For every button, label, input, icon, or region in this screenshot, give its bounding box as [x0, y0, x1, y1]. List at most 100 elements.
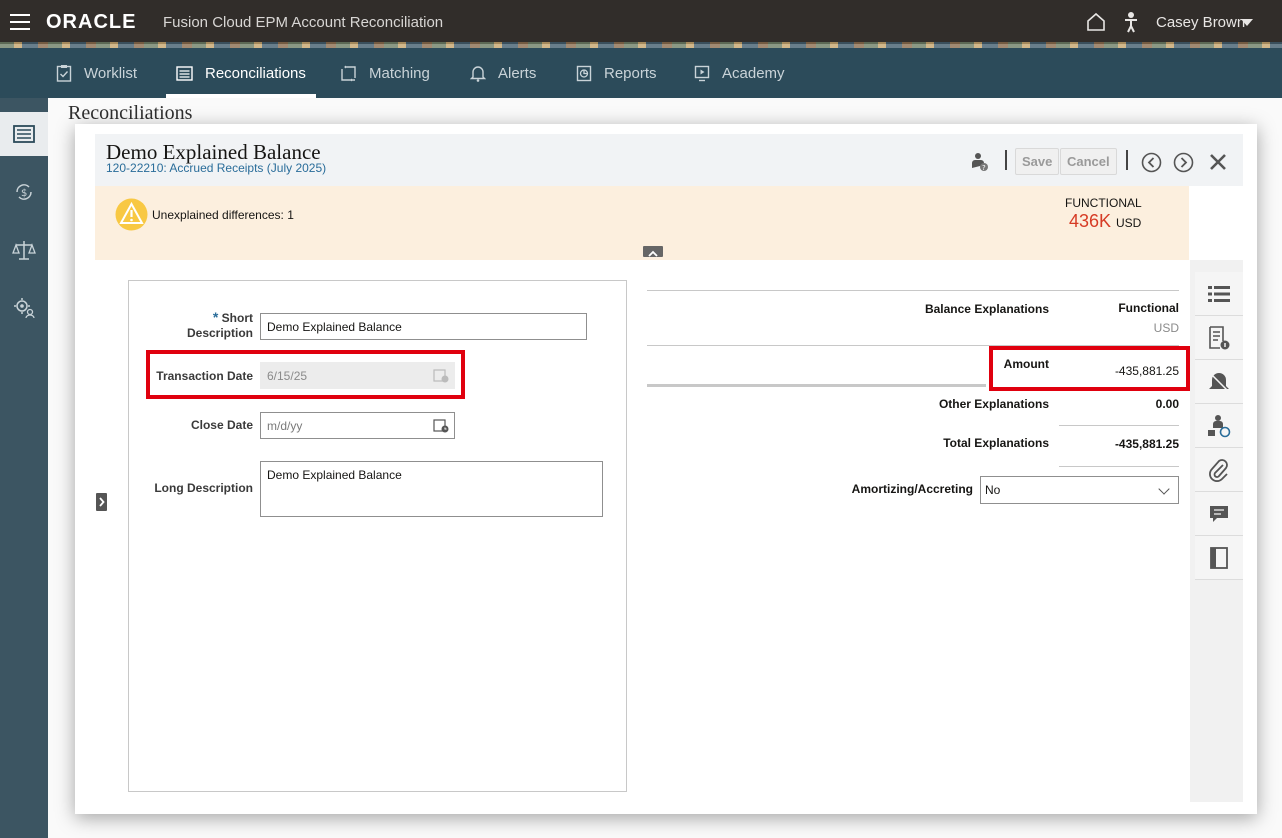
report-icon: [576, 65, 592, 81]
warning-icon: [115, 198, 148, 231]
app-name: Fusion Cloud EPM Account Reconciliation: [163, 14, 444, 31]
amortizing-label: Amortizing/Accreting: [851, 482, 973, 496]
chevron-up-icon: [648, 250, 658, 257]
close-icon[interactable]: [1209, 153, 1227, 171]
matching-icon: [341, 65, 356, 81]
oracle-logo: ORACLE: [46, 11, 137, 33]
currency-refresh-icon: $: [16, 184, 32, 200]
collapse-banner-button[interactable]: [643, 246, 663, 257]
cancel-button[interactable]: Cancel: [1060, 148, 1117, 175]
paperclip-icon: [1209, 458, 1228, 482]
dialog-subtitle: 120-22210: Accrued Receipts (July 2025): [106, 161, 327, 175]
list-table-icon: [13, 125, 35, 143]
user-help-icon[interactable]: ?: [971, 152, 989, 172]
long-description-label: Long Description: [154, 481, 253, 495]
label-text: Short: [221, 311, 253, 325]
functional-header: Functional: [1118, 301, 1179, 315]
calendar-icon[interactable]: [433, 418, 449, 433]
functional-currency-header: USD: [1153, 321, 1179, 335]
side-list-button[interactable]: [1195, 272, 1243, 316]
warning-text: Unexplained differences: 1: [152, 208, 294, 222]
left-rail: $: [0, 98, 48, 838]
tab-label: Reports: [604, 64, 657, 82]
chevron-right-icon: [99, 497, 105, 507]
expand-panel-button[interactable]: [96, 493, 107, 511]
warning-banner: Unexplained differences: 1 FUNCTIONAL 43…: [95, 186, 1189, 260]
close-date-input[interactable]: m/d/yy: [260, 412, 455, 439]
close-date-placeholder: m/d/yy: [267, 419, 303, 433]
list-table-icon: [176, 65, 193, 81]
bell-icon: [470, 65, 486, 82]
side-attachments-button[interactable]: [1195, 448, 1243, 492]
tab-label: Matching: [369, 64, 430, 82]
chevron-down-icon[interactable]: [1241, 19, 1253, 26]
amortizing-select[interactable]: No: [980, 476, 1179, 504]
short-description-label: * Short Description: [165, 310, 253, 341]
required-marker: *: [212, 309, 219, 325]
total-explanations-label: Total Explanations: [943, 436, 1049, 450]
side-toolbar: [1190, 260, 1243, 802]
highlight-transaction-date: [146, 350, 465, 399]
svg-text:$: $: [21, 188, 27, 199]
explanation-dialog: Demo Explained Balance 120-22210: Accrue…: [75, 124, 1257, 814]
previous-icon[interactable]: [1141, 152, 1162, 173]
tab-worklist[interactable]: Worklist: [56, 48, 137, 98]
rail-transactions[interactable]: $: [10, 178, 38, 206]
next-icon[interactable]: [1173, 152, 1194, 173]
close-date-label: Close Date: [190, 418, 253, 432]
divider: [1059, 425, 1179, 426]
divider: [1059, 466, 1179, 467]
tab-reports[interactable]: Reports: [576, 48, 657, 98]
page-title: Reconciliations: [68, 102, 193, 124]
tab-academy[interactable]: Academy: [694, 48, 785, 98]
clipboard-check-icon: [56, 65, 72, 82]
side-comments-button[interactable]: [1195, 492, 1243, 536]
svg-text:?: ?: [982, 164, 986, 172]
divider: [647, 290, 1179, 291]
book-icon: [1210, 546, 1228, 569]
side-history-button[interactable]: [1195, 536, 1243, 580]
home-icon[interactable]: [1086, 12, 1106, 32]
gear-users-icon: [14, 298, 35, 319]
functional-currency: USD: [1116, 216, 1142, 230]
side-alerts-button[interactable]: [1195, 360, 1243, 404]
short-description-input[interactable]: Demo Explained Balance: [260, 313, 587, 340]
total-explanations-value: -435,881.25: [1114, 437, 1179, 451]
list-icon: [1208, 285, 1230, 302]
user-menu[interactable]: Casey Brown: [1156, 14, 1245, 31]
separator: [1126, 150, 1128, 170]
nav-bar: Worklist Reconciliations Matching Alerts…: [0, 48, 1282, 98]
scales-icon: [12, 241, 36, 260]
bell-alert-icon: [1209, 372, 1229, 391]
separator: [1005, 150, 1007, 170]
long-description-input[interactable]: Demo Explained Balance: [260, 461, 603, 517]
tab-label: Reconciliations: [205, 64, 306, 82]
rail-settings[interactable]: [10, 294, 38, 322]
tab-matching[interactable]: Matching: [340, 48, 430, 98]
functional-label: FUNCTIONAL: [1065, 196, 1142, 210]
label-text: Description: [186, 326, 253, 340]
comment-icon: [1210, 505, 1228, 522]
tab-label: Worklist: [84, 64, 138, 82]
other-explanations-value: 0.00: [1155, 397, 1179, 411]
tab-label: Academy: [722, 64, 785, 82]
amortizing-value: No: [985, 483, 1001, 497]
tab-alerts[interactable]: Alerts: [470, 48, 536, 98]
document-info-icon: [1209, 325, 1230, 349]
rail-balances[interactable]: [10, 236, 38, 264]
side-details-button[interactable]: [1195, 316, 1243, 360]
user-workflow-icon: [1208, 414, 1231, 437]
highlight-amount: [989, 346, 1190, 391]
save-button[interactable]: Save: [1015, 148, 1060, 175]
balance-explanations-label: Balance Explanations: [924, 302, 1049, 316]
top-bar: ORACLE Fusion Cloud EPM Account Reconcil…: [0, 0, 1282, 48]
chevron-down-icon: [1158, 483, 1170, 495]
side-users-button[interactable]: [1195, 404, 1243, 448]
menu-icon[interactable]: [10, 14, 30, 30]
dialog-header: Demo Explained Balance 120-22210: Accrue…: [95, 134, 1243, 186]
other-explanations-label: Other Explanations: [938, 397, 1049, 411]
tab-reconciliations[interactable]: Reconciliations: [166, 48, 316, 98]
accessibility-icon[interactable]: [1123, 11, 1139, 33]
divider: [647, 384, 986, 387]
rail-reconciliations[interactable]: [0, 112, 48, 156]
